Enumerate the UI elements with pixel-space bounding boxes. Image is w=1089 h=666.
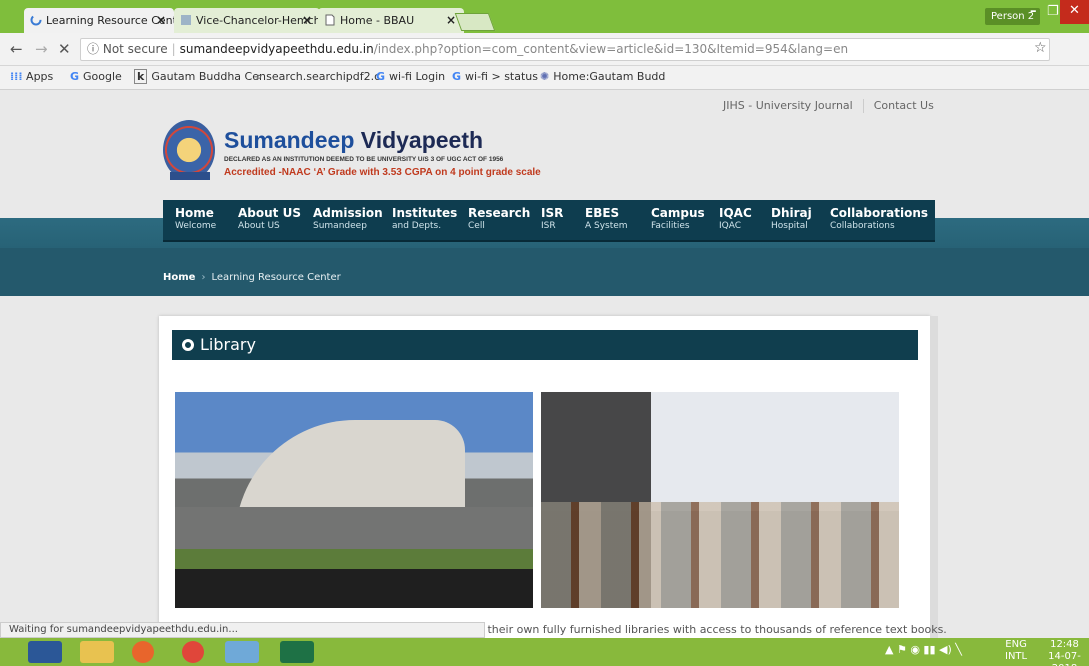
content-panel: Library	[159, 316, 930, 638]
breadcrumb-current: Learning Resource Center	[211, 272, 341, 283]
chrome-icon[interactable]	[182, 641, 204, 663]
chrome-active-icon[interactable]	[225, 641, 259, 663]
tab-strip: Learning Resource Cente × Vice-Chancelor…	[0, 0, 1089, 33]
url-path: /index.php?option=com_content&view=artic…	[373, 42, 849, 56]
main-nav: Home Welcome About US About US Admission Su…	[163, 200, 935, 242]
taskbar: ▲ ⚑ ◉ ▮▮ ◀) ╲ ENGINTL 12:4814-07-2018	[0, 638, 1089, 666]
tray-network-icon[interactable]: ▲ ⚑ ◉ ▮▮ ◀) ╲	[885, 643, 962, 656]
bookmark-apps[interactable]: ⁞⁞⁞ Apps	[10, 70, 53, 83]
language-indicator[interactable]: ENG INTL	[1005, 639, 1027, 663]
address-bar[interactable]: ⓘ Not secure | sumandeepvidyapeethdu.edu.i…	[80, 38, 1050, 61]
bookmark-star-icon[interactable]: ☆	[1034, 40, 1047, 56]
breadcrumb: Home › Learning Resource Center	[163, 272, 341, 283]
nav-research[interactable]: Research Cell	[468, 206, 530, 231]
google-icon: G	[70, 70, 80, 83]
bookmark-home-gautam[interactable]: ✺ Home:Gautam Budd	[540, 70, 665, 83]
new-tab-button[interactable]	[454, 13, 496, 31]
page-favicon-icon	[181, 15, 191, 25]
target-bullet-icon	[182, 339, 194, 351]
stop-icon[interactable]: ✕	[58, 40, 71, 58]
bookmarks-bar: ⁞⁞⁞ Apps G Google k Gautam Buddha Cen ⌕ sea…	[0, 66, 1089, 90]
site-subtitle: DECLARED AS AN INSTITUTION DEEMED TO BE …	[224, 156, 504, 163]
bookmark-wifi-status[interactable]: Gwi-fi > status	[452, 70, 538, 83]
tab-learning-resource[interactable]: Learning Resource Cente ×	[24, 8, 174, 33]
google-icon: G	[452, 70, 462, 83]
tab-vice-chancellor[interactable]: Vice-Chancelor-Hemchar ×	[174, 8, 320, 33]
security-label: Not secure	[102, 42, 168, 56]
url-host: sumandeepvidyapeethdu.edu.in	[179, 42, 374, 56]
bookmark-searchipdf[interactable]: ⌕ search.searchipdf2.c	[256, 70, 380, 84]
search-icon: ⌕	[256, 70, 263, 83]
nav-campus[interactable]: Campus Facilities	[651, 206, 705, 231]
tab-title: Home - BBAU	[340, 14, 415, 27]
google-icon: G	[376, 70, 386, 83]
breadcrumb-home[interactable]: Home	[163, 272, 195, 283]
web-page: JIHS - University Journal Contact Us Suma…	[0, 90, 1089, 638]
section-heading: Library	[172, 330, 918, 360]
nav-institutes[interactable]: Institutes and Depts.	[392, 206, 457, 231]
site-favicon-icon: ✺	[540, 70, 550, 83]
k-icon: k	[134, 69, 148, 84]
content-panel-edge	[930, 316, 938, 638]
tab-close-icon[interactable]: ×	[446, 8, 456, 33]
firefox-icon[interactable]	[132, 641, 154, 663]
logo-ribbon	[170, 172, 210, 180]
nav-iqac[interactable]: IQAC IQAC	[719, 206, 752, 231]
nav-isr[interactable]: ISR ISR	[541, 206, 563, 231]
excel-icon[interactable]	[280, 641, 314, 663]
tab-home-bbau[interactable]: Home - BBAU ×	[318, 8, 464, 33]
window-close-icon[interactable]: ✕	[1060, 0, 1089, 24]
accreditation-text: Accredited -NAAC ‘A’ Grade with 3.53 CGP…	[224, 167, 541, 178]
nav-ebes[interactable]: EBES A System	[585, 206, 628, 231]
tab-close-icon[interactable]: ×	[156, 8, 166, 33]
file-explorer-icon[interactable]	[80, 641, 114, 663]
library-building-photo	[175, 392, 533, 608]
bookmark-google[interactable]: G Google	[70, 70, 122, 83]
back-icon[interactable]: ←	[10, 40, 23, 58]
university-logo[interactable]	[163, 120, 215, 180]
loading-icon	[30, 14, 42, 26]
info-icon[interactable]: ⓘ	[87, 42, 99, 56]
nav-collaborations[interactable]: Collaborations Collaborations	[830, 206, 928, 231]
chevron-right-icon: ›	[201, 272, 206, 283]
nav-home[interactable]: Home Welcome	[175, 206, 216, 231]
restore-icon[interactable]: ❐	[1047, 4, 1059, 19]
journal-link[interactable]: JIHS - University Journal	[723, 99, 853, 112]
nav-admission[interactable]: Admission Sumandeep	[313, 206, 383, 231]
top-links: JIHS - University Journal Contact Us	[723, 99, 934, 113]
forward-icon[interactable]: →	[35, 40, 48, 58]
tab-close-icon[interactable]: ×	[302, 8, 312, 33]
library-description: have their own fully furnished libraries…	[457, 623, 947, 636]
bookmark-gautam-buddha[interactable]: k Gautam Buddha Cen	[134, 69, 266, 84]
site-title[interactable]: Sumandeep Vidyapeeth	[224, 127, 483, 154]
nav-dhiraj[interactable]: Dhiraj Hospital	[771, 206, 812, 231]
nav-about-us[interactable]: About US About US	[238, 206, 301, 231]
reading-room-photo	[541, 392, 899, 608]
word-icon[interactable]	[28, 641, 62, 663]
contact-link[interactable]: Contact Us	[874, 99, 934, 112]
system-clock[interactable]: 12:4814-07-2018	[1040, 639, 1089, 666]
browser-status-bar: Waiting for sumandeepvidyapeethdu.edu.in…	[0, 622, 485, 638]
tab-title: Learning Resource Cente	[46, 14, 174, 27]
apps-grid-icon: ⁞⁞⁞	[10, 70, 23, 83]
browser-toolbar: ← → ✕ ⓘ Not secure | sumandeepvidyapeethdu…	[0, 33, 1089, 66]
bookmark-wifi-login[interactable]: Gwi-fi Login	[376, 70, 445, 83]
document-icon	[325, 14, 335, 26]
minimize-icon[interactable]: –	[1030, 4, 1037, 19]
